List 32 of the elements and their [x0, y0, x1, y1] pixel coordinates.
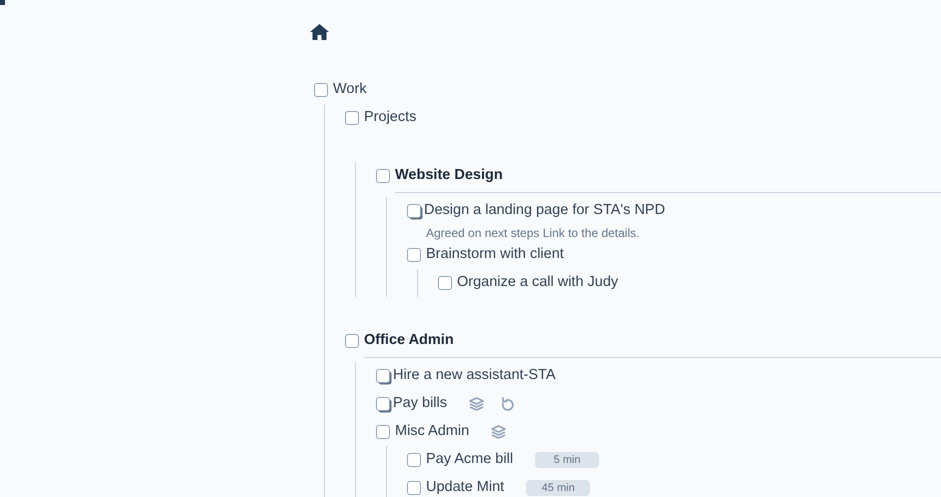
corner-mark — [0, 0, 5, 5]
checkbox[interactable] — [407, 481, 421, 495]
stacked-checkbox[interactable] — [376, 397, 390, 411]
task-label[interactable]: Hire a new assistant-STA — [393, 365, 556, 387]
checkbox[interactable] — [407, 453, 421, 467]
task-label[interactable]: Organize a call with Judy — [457, 272, 618, 294]
stacked-checkbox[interactable] — [407, 204, 421, 218]
task-note: Agreed on next steps Link to the details. — [425, 225, 640, 241]
home-icon[interactable] — [310, 24, 329, 40]
checkbox[interactable] — [376, 169, 390, 183]
task-label[interactable]: Pay Acme bill — [426, 449, 514, 471]
checkbox[interactable] — [407, 248, 421, 262]
task-label[interactable]: Design a landing page for STA's NPD — [424, 200, 666, 222]
task-label[interactable]: Work — [333, 79, 367, 101]
task-label[interactable]: Brainstorm with client — [426, 244, 564, 266]
task-label[interactable]: Projects — [364, 107, 416, 129]
stacked-checkbox[interactable] — [376, 369, 390, 383]
section-title[interactable]: Office Admin — [364, 330, 454, 352]
section-title[interactable]: Website Design — [395, 165, 503, 187]
task-label[interactable]: Misc Admin — [395, 421, 470, 443]
refresh-icon[interactable] — [500, 396, 514, 412]
task-label[interactable]: Update Mint — [426, 477, 504, 497]
layers-icon[interactable] — [469, 397, 484, 411]
checkbox[interactable] — [345, 111, 359, 125]
checkbox[interactable] — [345, 334, 359, 348]
duration-tag: 45 min — [526, 480, 590, 496]
checkbox[interactable] — [314, 83, 328, 97]
duration-tag: 5 min — [535, 452, 600, 468]
layers-icon[interactable] — [491, 425, 506, 439]
checkbox[interactable] — [376, 425, 390, 439]
checkbox[interactable] — [438, 276, 452, 290]
task-label[interactable]: Pay bills — [393, 393, 447, 415]
